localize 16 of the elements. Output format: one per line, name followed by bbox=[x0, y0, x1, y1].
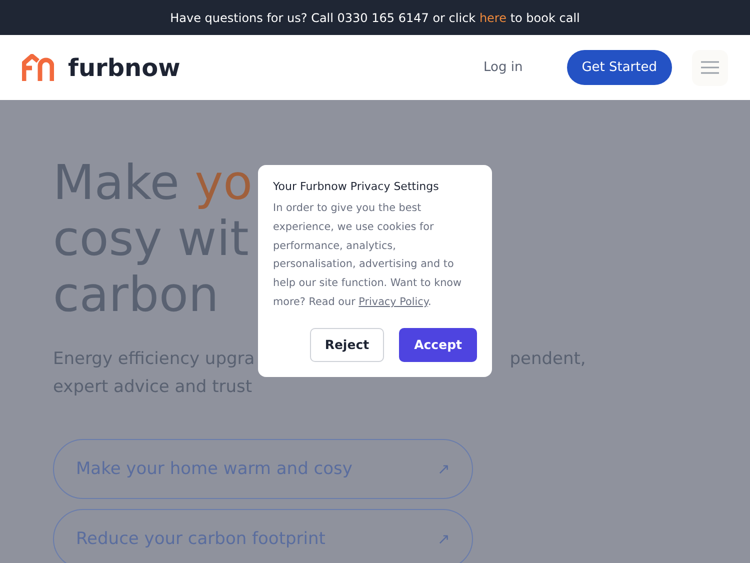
arrow-icon: ↗ bbox=[437, 530, 450, 548]
privacy-policy-link[interactable]: Privacy Policy bbox=[358, 296, 428, 308]
dialog-title: Your Furbnow Privacy Settings bbox=[273, 180, 440, 193]
brand-name: furbnow bbox=[68, 54, 180, 82]
menu-icon bbox=[701, 61, 719, 74]
dialog-text: In order to give you the best experience, we use cookies for performance, analytics, personalisation, advertising and to help our site function. Want to know more? Read our Privacy Policy. bbox=[273, 201, 463, 310]
login-link[interactable]: Log in bbox=[483, 60, 523, 75]
here-link[interactable]: here bbox=[479, 10, 506, 24]
accept-button[interactable]: Accept bbox=[399, 328, 477, 362]
hero-headline: yo bbox=[194, 155, 252, 211]
menu-button[interactable] bbox=[692, 50, 728, 86]
announcement-text: Have questions for us? Call 0330 165 6147 or click here to book call bbox=[170, 10, 580, 24]
get-started-button[interactable]: Get Started bbox=[566, 50, 672, 85]
arrow-icon: ↗ bbox=[437, 460, 450, 478]
logo-icon bbox=[22, 54, 54, 82]
reject-button[interactable]: Reject bbox=[310, 328, 384, 362]
